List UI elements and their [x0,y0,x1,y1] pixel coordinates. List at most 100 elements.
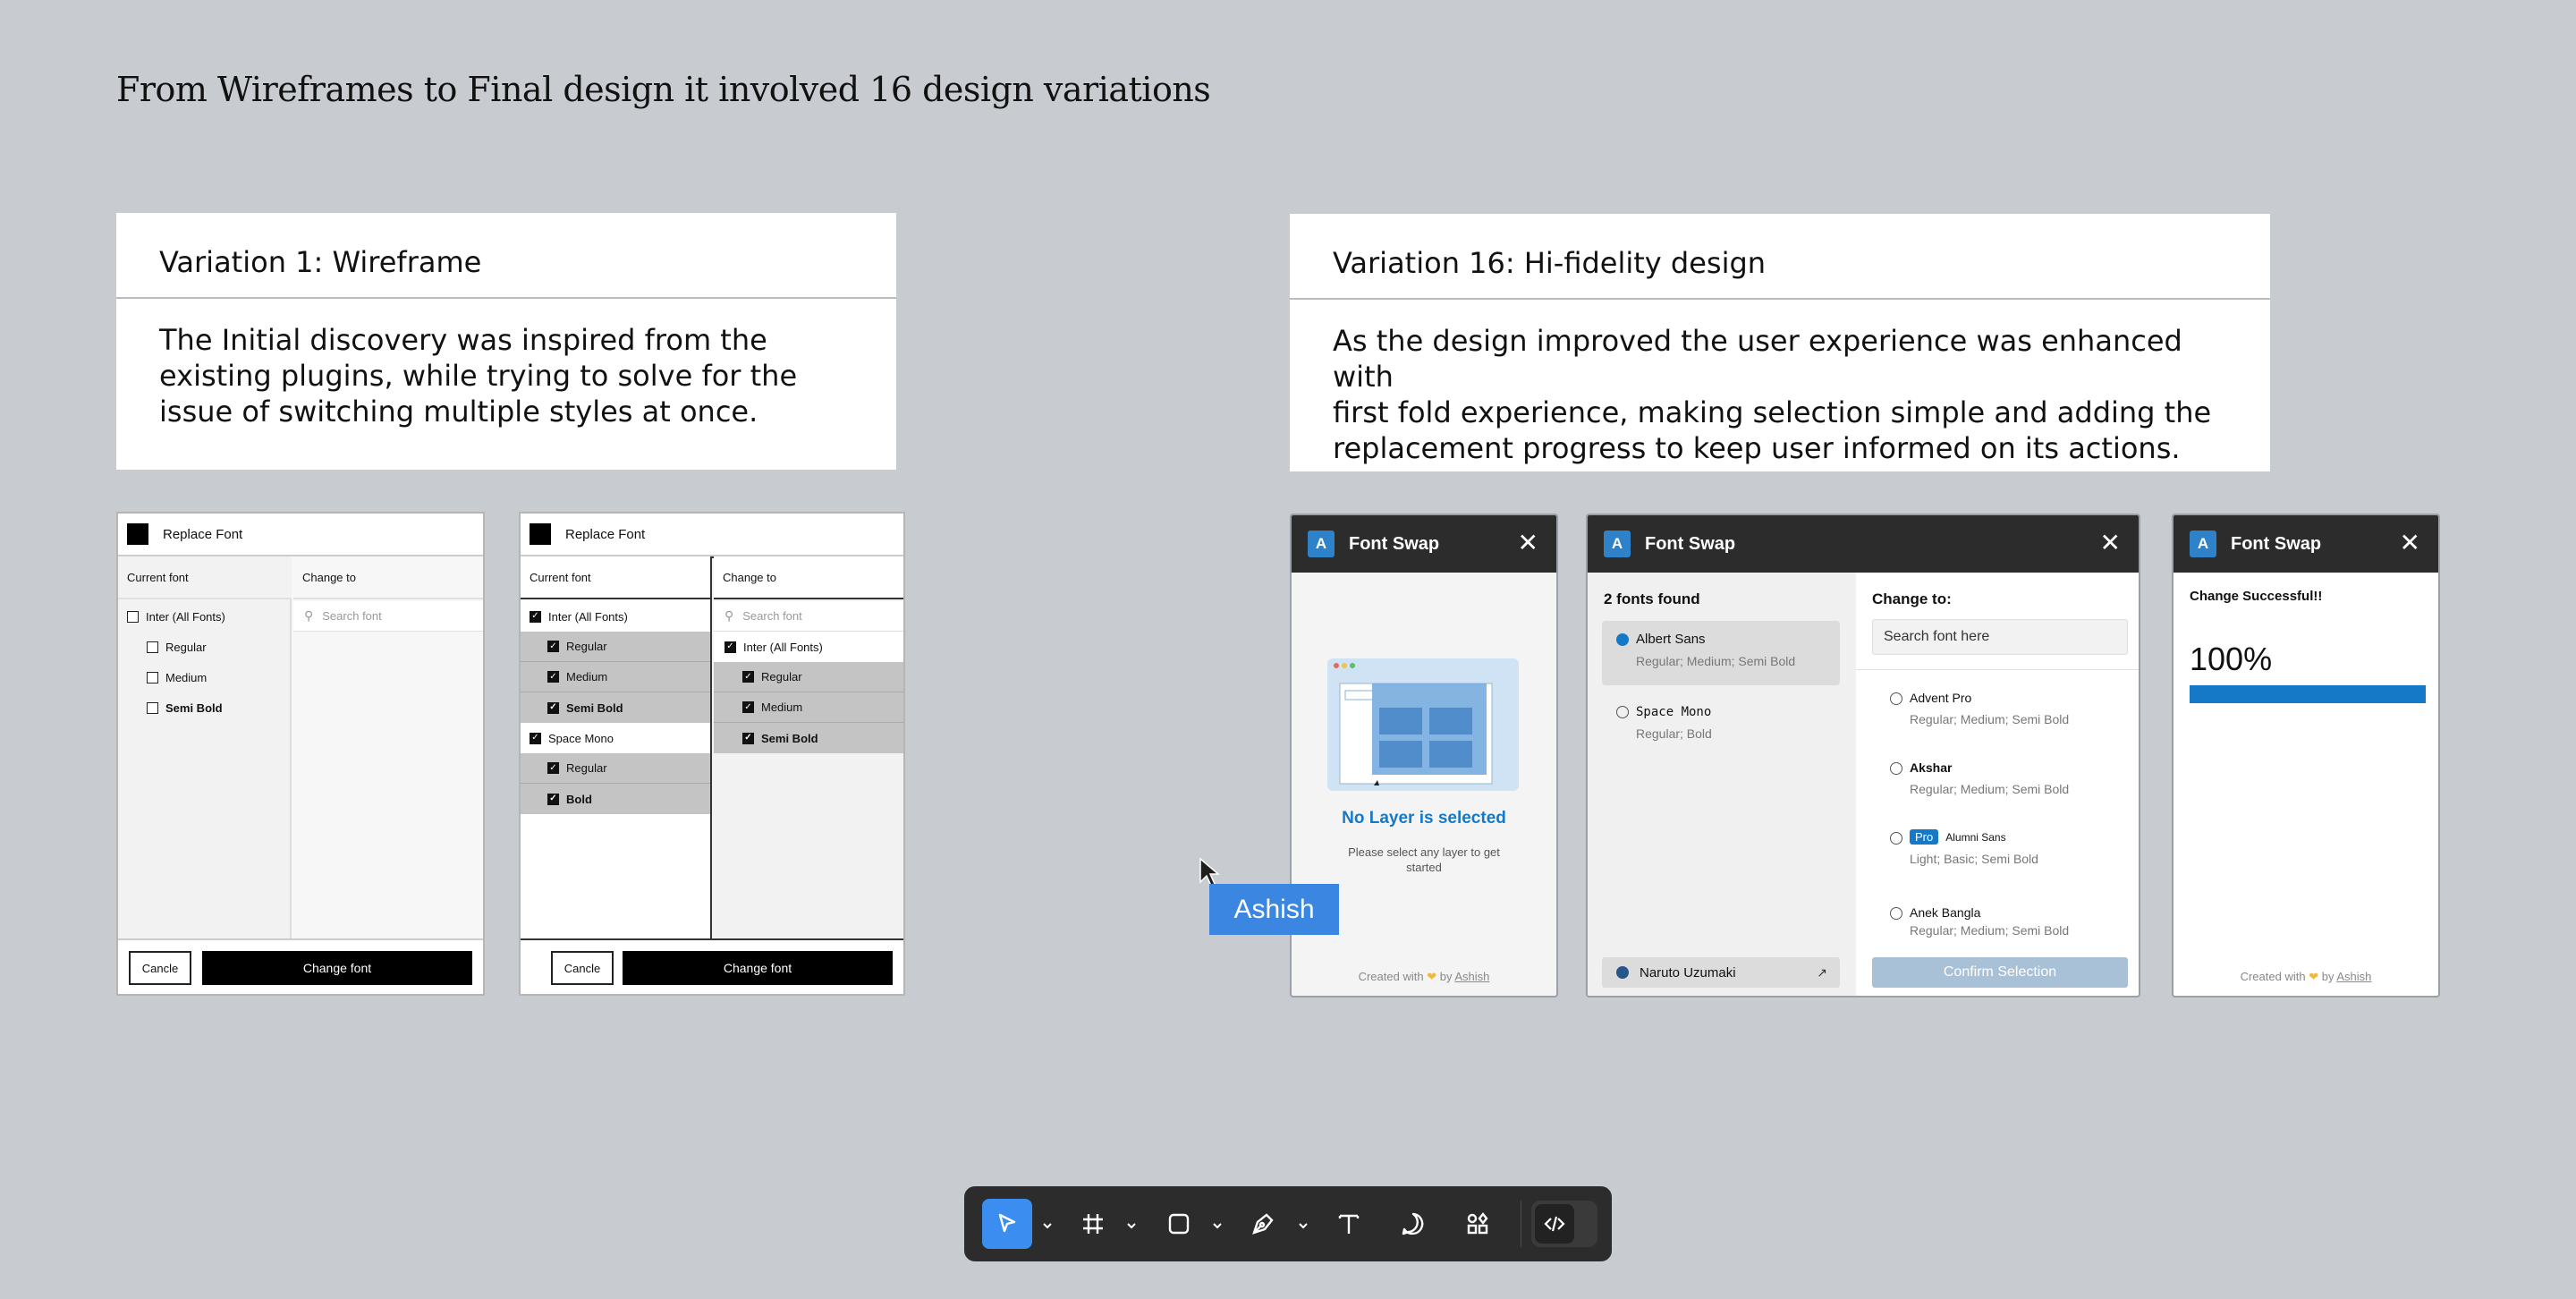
font-option[interactable]: Anek Bangla Regular; Medium; Semi Bold [1890,905,2123,938]
move-cursor-icon [998,1213,1016,1233]
checkbox-checked[interactable]: ✓ [742,671,754,683]
close-icon[interactable]: ✕ [2100,530,2121,556]
logo-placeholder-icon [530,523,551,545]
change-font-button[interactable]: Change font [202,951,472,985]
dev-mode-toggle[interactable] [1531,1201,1597,1247]
target-row-inter[interactable]: ✓ Inter (All Fonts) [714,632,903,662]
empty-state-illustration [1327,658,1519,791]
radio[interactable] [1890,762,1902,776]
comment-icon [1402,1212,1424,1235]
variation-1-description: The Initial discovery was inspired from … [159,323,798,429]
chevron-down-icon[interactable] [1297,1218,1309,1229]
progress-fill [2190,685,2426,703]
target-row-medium[interactable]: ✓ Medium [714,692,903,723]
checkbox-checked[interactable]: ✓ [742,701,754,713]
font-option[interactable]: Akshar Regular; Medium; Semi Bold [1890,760,2123,796]
checkbox-checked[interactable]: ✓ [547,641,559,652]
search-input[interactable]: ⚲ Search font [293,601,483,632]
cancel-button[interactable]: Cancle [551,951,614,985]
checkbox-checked[interactable]: ✓ [547,793,559,805]
wireframe-2-panel[interactable]: Replace Font Current font Change to ✓ Int… [519,512,905,996]
current-font-header: Current font [118,556,292,599]
panel-footer: Cancle Change font [118,938,483,994]
move-tool[interactable] [982,1199,1032,1249]
font-row-space-mono[interactable]: ✓ Space Mono [521,723,710,753]
font-option[interactable]: Pro Alumni Sans Light; Basic; Semi Bold [1890,829,2123,866]
panel-title: Replace Font [163,526,243,542]
pen-tool[interactable] [1238,1199,1288,1249]
pen-icon [1252,1213,1274,1235]
font-row-inter[interactable]: Inter (All Fonts) [127,601,288,632]
cancel-button[interactable]: Cancle [129,951,191,985]
logo-placeholder-icon [127,523,148,545]
confirm-selection-button[interactable]: Confirm Selection [1872,957,2128,988]
checkbox[interactable] [147,701,158,714]
checkbox[interactable] [147,641,158,653]
change-font-button[interactable]: Change font [623,951,893,985]
checkbox-checked[interactable]: ✓ [530,610,541,623]
target-row-regular[interactable]: ✓ Regular [714,662,903,692]
font-swap-selection-panel[interactable]: A Font Swap ✕ 2 fonts found Albert Sans … [1586,514,2140,998]
change-to-header: Change to [714,556,903,599]
close-icon[interactable]: ✕ [2400,530,2420,556]
text-tool[interactable] [1324,1199,1374,1249]
target-row-semibold[interactable]: ✓ Semi Bold [714,723,903,753]
avatar [1616,966,1629,979]
checkbox-checked[interactable]: ✓ [530,732,541,744]
success-status: Change Successful!! [2190,589,2323,604]
code-icon [1535,1204,1574,1244]
current-font-header: Current font [521,556,710,599]
comment-tool[interactable] [1388,1199,1438,1249]
font-row-bold[interactable]: ✓ Bold [521,784,710,814]
selected-layer-chip[interactable]: Naruto Uzumaki ↗ [1602,957,1840,988]
font-swap-logo-icon: A [1308,531,1335,557]
font-swap-success-panel[interactable]: A Font Swap ✕ Change Successful!! 100% C… [2172,514,2440,998]
radio[interactable] [1616,706,1629,718]
checkbox-checked[interactable]: ✓ [547,671,559,683]
credits: Created with ❤ by Ashish [1358,970,1490,983]
checkbox[interactable] [127,610,139,623]
shape-tool[interactable] [1154,1199,1204,1249]
chevron-down-icon[interactable] [1125,1218,1138,1229]
checkbox-checked[interactable]: ✓ [724,641,736,653]
radio[interactable] [1890,831,1902,845]
variation-1-title: Variation 1: Wireframe [159,245,482,279]
external-link-icon[interactable]: ↗ [1817,965,1827,981]
font-option[interactable]: Advent Pro Regular; Medium; Semi Bold [1890,691,2123,726]
actions-tool[interactable] [1453,1199,1503,1249]
layer-name: Naruto Uzumaki [1640,964,1736,981]
chevron-down-icon[interactable] [1041,1218,1054,1229]
font-row-inter[interactable]: ✓ Inter (All Fonts) [521,601,710,632]
progress-percent: 100% [2190,641,2273,677]
chevron-down-icon[interactable] [1211,1218,1224,1229]
checkbox-checked[interactable]: ✓ [742,732,754,744]
font-row-semibold[interactable]: Semi Bold [147,692,290,723]
radio-selected[interactable] [1616,633,1629,647]
font-row-medium[interactable]: Medium [147,662,290,692]
font-row-regular-2[interactable]: ✓ Regular [521,753,710,784]
font-row-semibold[interactable]: ✓ Semi Bold [521,692,710,723]
found-font-item[interactable]: Albert Sans Regular; Medium; Semi Bold [1602,621,1840,685]
frame-tool[interactable] [1068,1199,1118,1249]
frame-icon [1083,1214,1103,1234]
search-input[interactable]: ⚲ Search font [714,601,903,632]
page-heading: From Wireframes to Final design it invol… [116,70,1211,109]
font-row-regular[interactable]: ✓ Regular [521,632,710,662]
font-search-input[interactable]: Search font here [1872,619,2128,655]
font-swap-logo-icon: A [2190,531,2216,557]
checkbox[interactable] [147,671,158,683]
checkbox-checked[interactable]: ✓ [547,762,559,774]
radio[interactable] [1890,692,1902,706]
found-font-item[interactable]: Space Mono Regular; Bold [1602,694,1840,748]
checkbox-checked[interactable]: ✓ [547,701,559,714]
wireframe-1-panel[interactable]: Replace Font Current font Change to Inte… [116,512,485,996]
close-icon[interactable]: ✕ [1518,530,1538,556]
panel-header: Replace Font [118,514,483,556]
font-row-regular[interactable]: Regular [147,632,290,662]
radio[interactable] [1890,907,1902,921]
font-row-medium[interactable]: ✓ Medium [521,662,710,692]
plugin-title: Font Swap [1645,533,1736,554]
plugin-header: A Font Swap ✕ [1588,515,2139,573]
author-link[interactable]: Ashish [2336,970,2371,983]
author-link[interactable]: Ashish [1454,970,1489,983]
